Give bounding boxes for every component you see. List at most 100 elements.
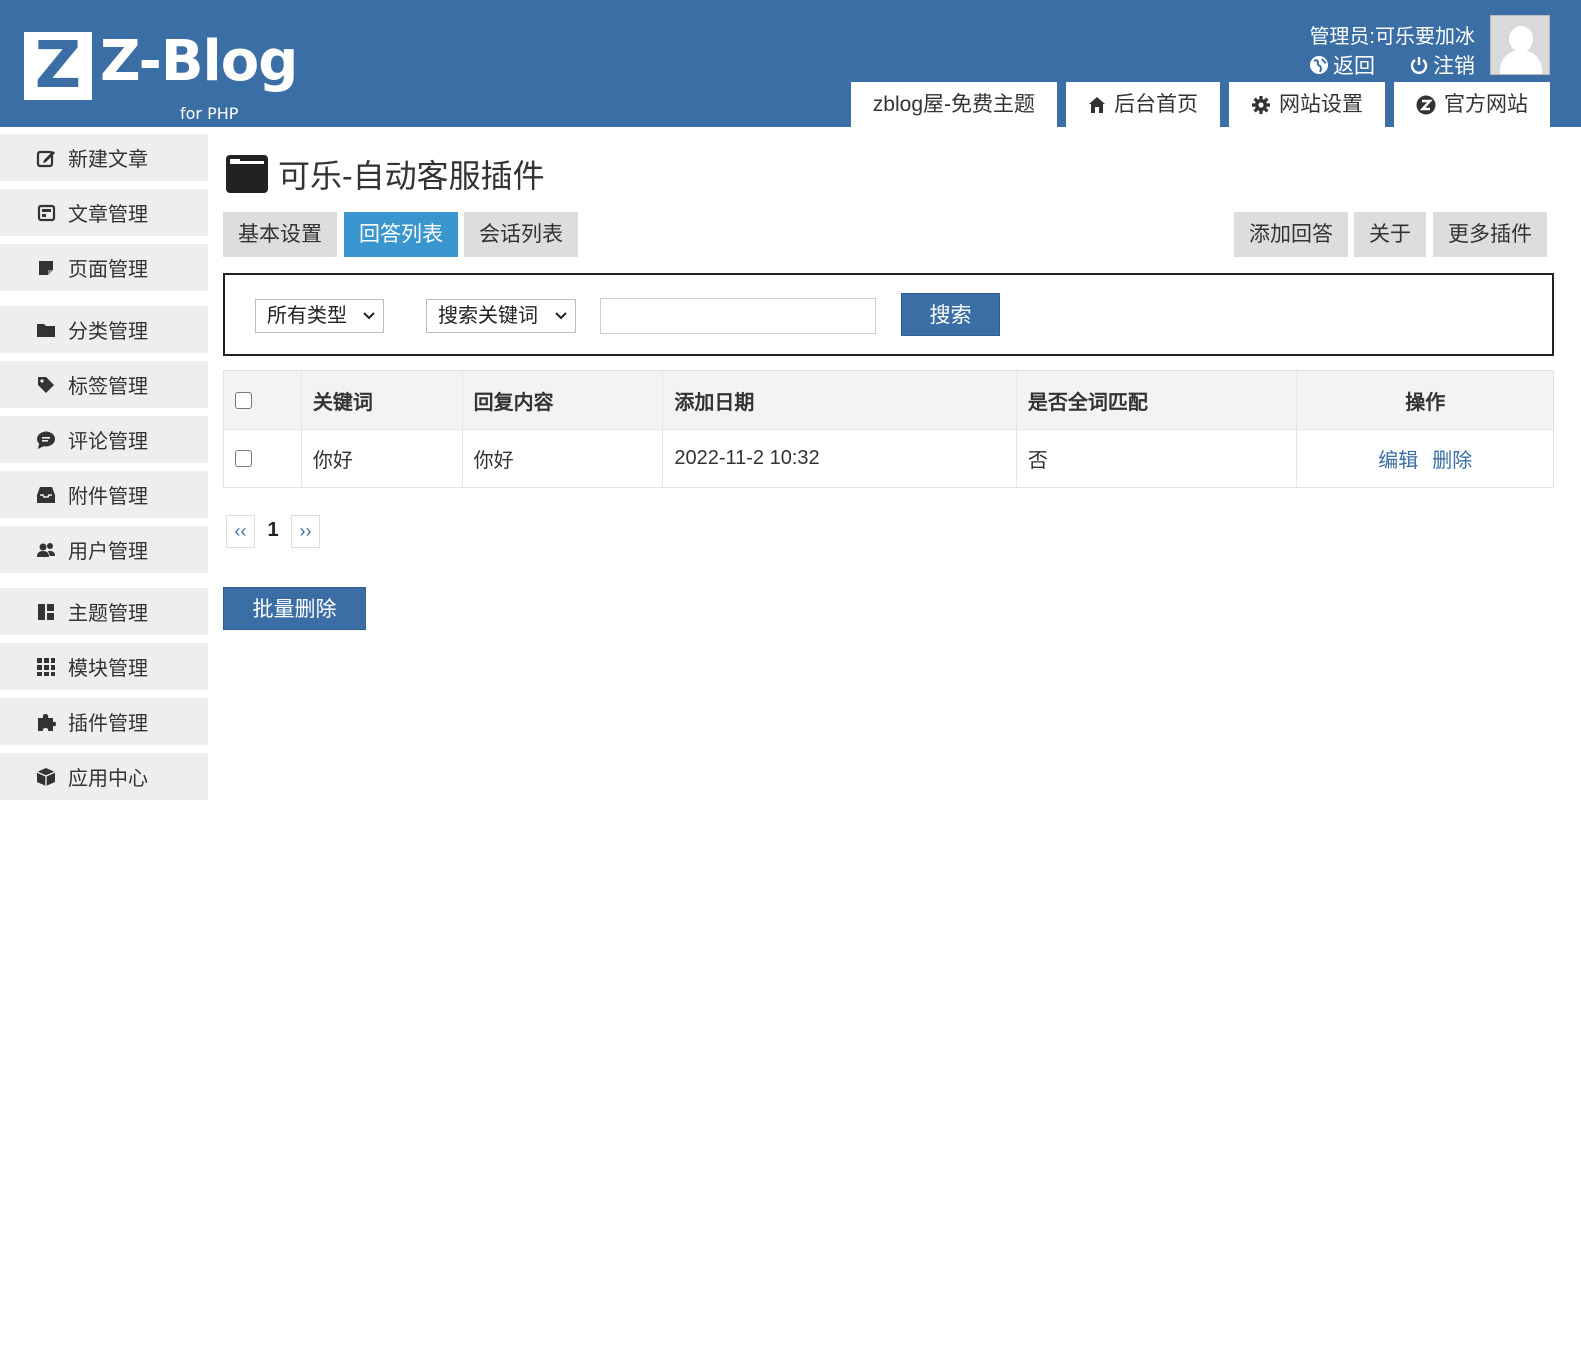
tab-about[interactable]: 关于 [1354,212,1426,257]
header: Z Z-Blog for PHP 管理员:可乐要加冰 返回 注销 zblog屋-… [0,0,1581,127]
top-tab-zblogwu[interactable]: zblog屋-免费主题 [850,82,1057,127]
header-select-cell [224,371,302,429]
admin-links: 返回 注销 [1309,50,1475,80]
zblog-logo[interactable]: Z Z-Blog for PHP [24,32,298,124]
search-button[interactable]: 搜索 [901,293,1000,336]
folder-icon [37,323,55,337]
field-select-value: 搜索关键词 [438,305,538,327]
sidebar-item-label: 附件管理 [68,486,148,508]
top-tab-label: 网站设置 [1279,93,1363,116]
sidebar-item-plugins[interactable]: 插件管理 [0,698,208,745]
sidebar-item-label: 文章管理 [68,204,148,226]
zblog-icon [1416,95,1436,114]
tab-more-plugins[interactable]: 更多插件 [1433,212,1547,257]
edit-link[interactable]: 编辑 [1378,444,1418,473]
logout-label: 注销 [1433,55,1475,78]
top-tab-official[interactable]: 官方网站 [1394,82,1550,127]
tab-basic-settings[interactable]: 基本设置 [223,212,337,257]
cell-full-match: 否 [1017,430,1298,487]
edit-icon [36,150,55,167]
cell-actions: 编辑 删除 [1297,430,1553,487]
tab-answer-list[interactable]: 回答列表 [344,212,458,257]
article-icon [37,204,56,221]
inbox-icon [37,486,55,503]
sidebar: 新建文章 文章管理 页面管理 分类管理 标签管理 评论管理 附件管理 用户管理 … [0,134,208,808]
home-icon [1089,96,1105,113]
header-date: 添加日期 [663,371,1017,429]
sidebar-item-label: 新建文章 [68,149,148,171]
sidebar-item-themes[interactable]: 主题管理 [0,588,208,635]
select-all-checkbox[interactable] [235,391,252,409]
cell-reply: 你好 [463,430,664,487]
sidebar-item-attachments[interactable]: 附件管理 [0,471,208,518]
field-select[interactable]: 搜索关键词 [426,299,576,333]
cell-keyword: 你好 [302,430,463,487]
sidebar-item-label: 分类管理 [68,321,148,343]
layout-icon [38,603,54,620]
logo-mark: Z [24,32,92,100]
pager-prev[interactable]: ‹‹ [226,515,255,548]
header-keyword: 关键词 [302,371,463,429]
sidebar-item-label: 插件管理 [68,713,148,735]
sidebar-item-modules[interactable]: 模块管理 [0,643,208,690]
row-checkbox[interactable] [235,450,252,467]
header-full-match: 是否全词匹配 [1017,371,1298,429]
table-header-row: 关键词 回复内容 添加日期 是否全词匹配 操作 [224,371,1553,429]
tab-session-list[interactable]: 会话列表 [464,212,578,257]
page-title: 可乐-自动客服插件 [223,140,1554,208]
top-tab-dashboard[interactable]: 后台首页 [1066,82,1220,127]
type-select-value: 所有类型 [267,305,347,327]
page-title-text: 可乐-自动客服插件 [278,158,545,194]
gear-icon [1252,95,1270,114]
cell-date: 2022-11-2 10:32 [663,430,1017,487]
pagination: ‹‹ 1 ›› [226,515,320,548]
box-icon [36,767,56,786]
avatar-head [1509,26,1533,52]
row-select-cell [224,430,302,487]
comment-icon [37,431,55,449]
globe-icon [1310,56,1328,74]
answer-table: 关键词 回复内容 添加日期 是否全词匹配 操作 你好 你好 2022-11-2 … [223,370,1554,488]
sidebar-item-articles[interactable]: 文章管理 [0,189,208,236]
sidebar-item-pages[interactable]: 页面管理 [0,244,208,291]
tab-add-answer[interactable]: 添加回答 [1234,212,1348,257]
sidebar-item-label: 评论管理 [68,431,148,453]
top-nav: zblog屋-免费主题 后台首页 网站设置 官方网站 [850,82,1550,127]
admin-name: 管理员:可乐要加冰 [1309,26,1475,48]
keyword-input[interactable] [600,298,876,334]
page-icon [39,260,53,275]
header-actions: 操作 [1405,391,1446,414]
avatar-body [1500,50,1542,74]
sidebar-item-label: 主题管理 [68,603,148,625]
power-icon [1410,57,1428,74]
pager-current[interactable]: 1 [263,515,283,548]
users-icon [37,542,55,557]
top-tab-settings[interactable]: 网站设置 [1229,82,1385,127]
table-row: 你好 你好 2022-11-2 10:32 否 编辑 删除 [224,429,1553,487]
sidebar-item-users[interactable]: 用户管理 [0,526,208,573]
top-tab-label: 官方网站 [1444,93,1528,116]
delete-link[interactable]: 删除 [1432,444,1472,473]
sidebar-item-comments[interactable]: 评论管理 [0,416,208,463]
pager-next[interactable]: ›› [291,515,320,548]
sidebar-item-label: 应用中心 [68,768,148,790]
top-tab-label: 后台首页 [1114,93,1198,116]
sidebar-item-tags[interactable]: 标签管理 [0,361,208,408]
avatar[interactable] [1490,15,1550,75]
main-content: 可乐-自动客服插件 基本设置 回答列表 会话列表 添加回答 关于 更多插件 所有… [223,140,1554,630]
type-select[interactable]: 所有类型 [255,299,384,333]
header-reply: 回复内容 [463,371,664,429]
sidebar-item-categories[interactable]: 分类管理 [0,306,208,353]
sidebar-item-app-center[interactable]: 应用中心 [0,753,208,800]
search-bar: 所有类型 搜索关键词 搜索 [223,273,1554,356]
grid-icon [37,657,55,676]
back-link[interactable]: 返回 [1309,50,1375,80]
top-tab-label: zblog屋-免费主题 [872,93,1035,116]
sidebar-item-new-article[interactable]: 新建文章 [0,134,208,181]
chevron-down-icon [363,312,375,320]
logo-text: Z-Blog for PHP [100,32,298,124]
logout-link[interactable]: 注销 [1409,50,1475,80]
batch-delete-button[interactable]: 批量删除 [223,587,366,630]
window-icon [226,155,268,193]
tag-icon [38,376,54,393]
